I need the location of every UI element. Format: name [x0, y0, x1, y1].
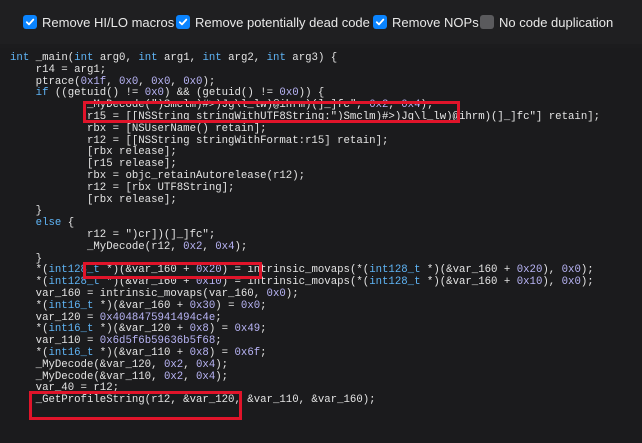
option-label: No code duplication	[499, 14, 614, 30]
checkbox-checked-icon[interactable]	[23, 15, 37, 29]
code-line: _MyDecode(r12, 0x2, 0x4);	[10, 240, 248, 253]
checkbox-checked-icon[interactable]	[373, 15, 387, 29]
highlight-box-decode-string	[83, 101, 460, 123]
highlight-box-decode-vars	[29, 391, 242, 420]
option-label: Remove NOPs	[392, 14, 479, 30]
option-remove-nops[interactable]: Remove NOPs	[373, 14, 479, 30]
decompiler-options-bar: Remove HI/LO macros Remove potentially d…	[0, 0, 642, 44]
option-label: Remove HI/LO macros	[42, 14, 175, 30]
checkbox-checked-icon[interactable]	[176, 15, 190, 29]
pseudocode-view[interactable]: int _main(int arg0, int arg1, int arg2, …	[0, 48, 642, 443]
option-remove-dead-code[interactable]: Remove potentially dead code	[176, 14, 370, 30]
option-label: Remove potentially dead code	[195, 14, 370, 30]
option-remove-hilo-macros[interactable]: Remove HI/LO macros	[23, 14, 174, 30]
checkbox-unchecked-icon[interactable]	[480, 15, 494, 29]
highlight-box-decode-r12	[83, 262, 262, 279]
option-no-code-duplication[interactable]: No code duplication	[480, 14, 613, 30]
